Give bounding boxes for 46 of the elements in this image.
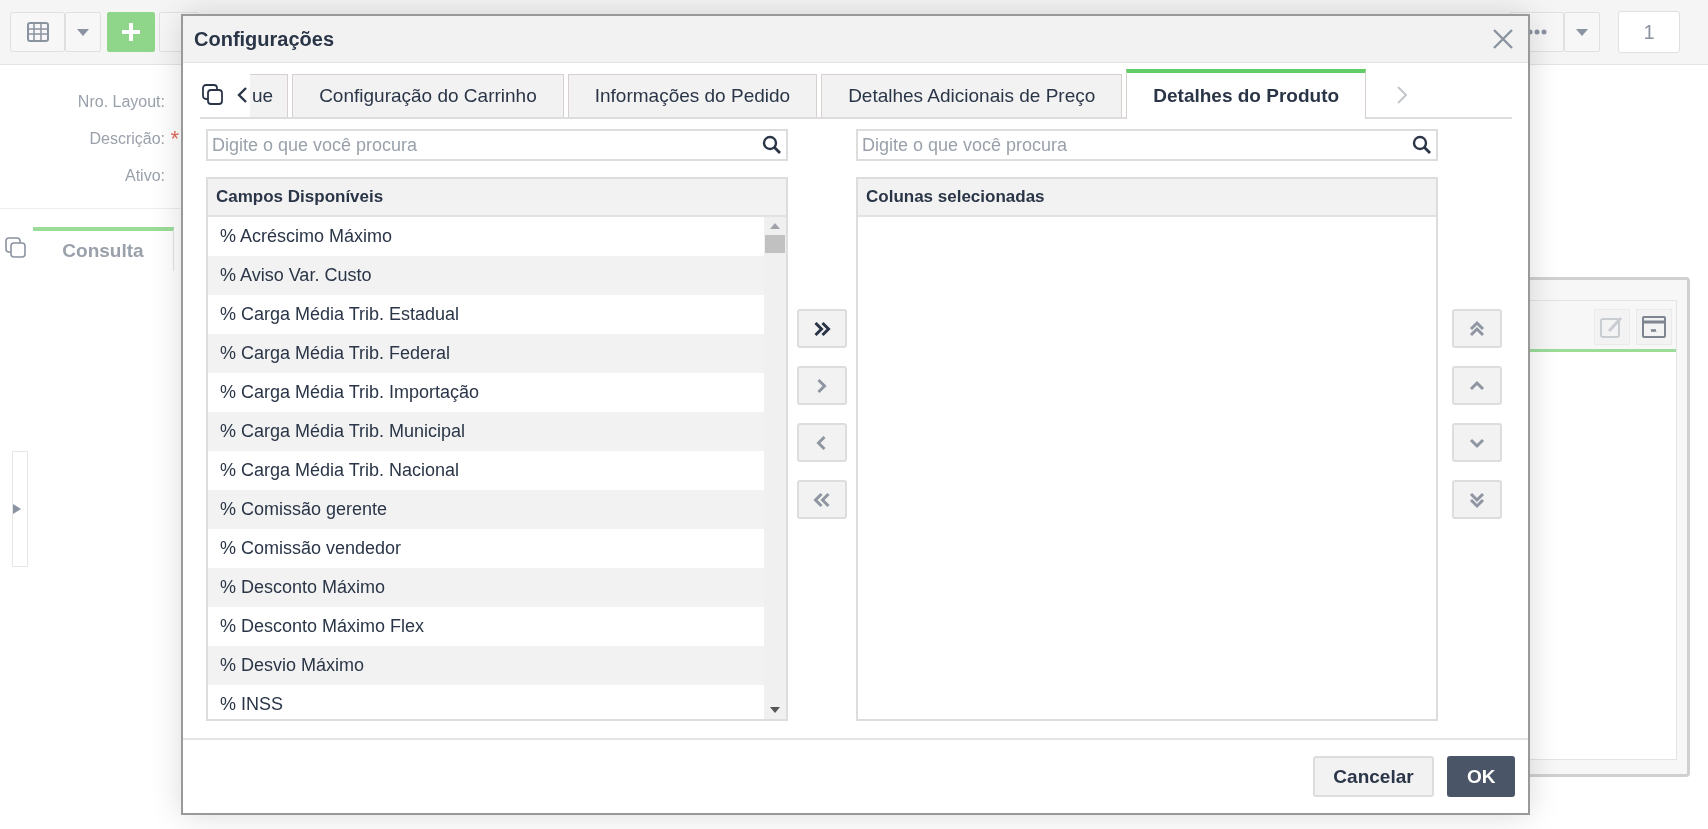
page-number: 1 [1618,11,1680,53]
scroll-down-icon[interactable] [770,707,780,713]
search-icon [762,135,782,155]
copy-icon[interactable] [202,84,224,106]
left-chevron-icon[interactable] [236,86,248,104]
list-item[interactable]: % Aviso Var. Custo [208,256,764,295]
move-button[interactable] [797,309,847,348]
field-label: Descrição: [89,129,165,148]
dialog-tab[interactable]: Detalhes do Produto [1126,69,1367,119]
caret-icon [1576,28,1588,36]
plus-icon [120,21,142,43]
scroll-up-icon[interactable] [770,223,780,229]
double-up-chevron-icon [1467,318,1487,339]
ok-button[interactable]: OK [1447,756,1515,797]
window-icon[interactable] [1636,309,1672,345]
table-icon [26,22,49,42]
search-field[interactable]: Digite o que você procura [856,129,1438,161]
list-item[interactable]: % Desconto Máximo [208,568,764,607]
dialog-title: Configurações [194,27,335,51]
search-icon [1412,135,1432,155]
expand-triangle-icon [13,504,21,514]
required-mark: * [170,126,179,152]
side-panel-handle[interactable] [12,451,28,567]
caret-icon [77,28,89,36]
field-label: Ativo: [125,166,165,185]
right-chevron-icon[interactable] [1396,85,1409,105]
list-item[interactable]: % Carga Média Trib. Federal [208,334,764,373]
close-icon[interactable] [1492,28,1514,50]
list-item[interactable]: % Carga Média Trib. Municipal [208,412,764,451]
dialog-tab[interactable]: Informações do Pedido [567,74,818,117]
dropdown-button[interactable] [1564,12,1600,52]
dialog-tab[interactable]: Detalhes Adicionais de Preço [821,74,1123,117]
scrollbar[interactable] [764,217,786,719]
cancel-button[interactable]: Cancelar [1313,756,1434,797]
field-label: Nro. Layout: [77,92,165,111]
search-field[interactable]: Digite o que você procura [206,129,788,161]
list-header: Colunas selecionadas [858,179,1436,217]
list-item[interactable]: % Comissão gerente [208,490,764,529]
dropdown-button[interactable] [65,12,101,52]
edit-icon[interactable] [1594,309,1630,345]
dialog-tab[interactable]: ue [250,74,289,117]
scrollbar-thumb[interactable] [765,235,785,253]
grid-view-button[interactable] [10,12,65,52]
dialog-tab[interactable]: Configuração do Carrinho [292,74,564,117]
list-item[interactable]: % Desvio Máximo [208,646,764,685]
list-header: Campos Disponíveis [208,179,786,217]
